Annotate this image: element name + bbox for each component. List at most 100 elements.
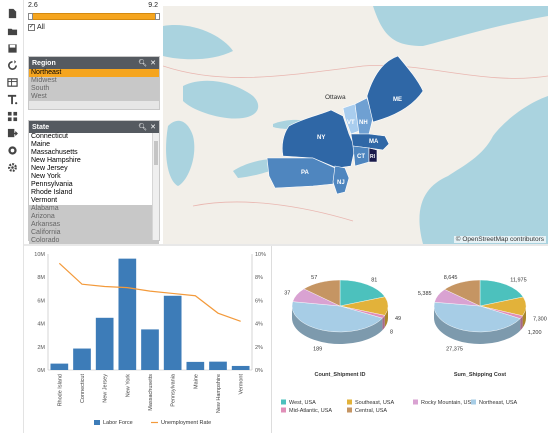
x-tick-label: Rhode Island	[57, 374, 63, 406]
map-label-nh: NH	[359, 120, 368, 126]
left-tick-label: 6M	[37, 298, 45, 304]
export-icon[interactable]	[5, 127, 19, 139]
grid-layout-icon[interactable]	[5, 110, 19, 122]
state-list-item[interactable]: New York	[29, 173, 159, 181]
region-listbox: Region 🔍︎ ✕ Northeast Midwest South West	[28, 56, 160, 110]
state-list-item[interactable]: Connecticut	[29, 133, 159, 141]
save-icon[interactable]	[5, 42, 19, 54]
x-tick-label: Vermont	[239, 374, 245, 395]
bar-labor-force	[118, 258, 137, 370]
state-list-item[interactable]: New Hampshire	[29, 157, 159, 165]
slider-min-handle[interactable]	[28, 13, 33, 20]
network-icon[interactable]	[5, 144, 19, 156]
bar-labor-force	[186, 361, 205, 370]
left-tick-label: 8M	[37, 275, 45, 281]
right-tick-label: 8%	[255, 275, 263, 281]
text-object-icon[interactable]	[5, 93, 19, 105]
x-tick-label: New Hampshire	[216, 374, 222, 413]
right-tick-label: 2%	[255, 345, 263, 351]
pie-data-label: 5,385	[418, 291, 432, 297]
state-list-item[interactable]: New Jersey	[29, 165, 159, 173]
region-list-item[interactable]: West	[29, 93, 159, 101]
map-attribution[interactable]: © OpenStreetMap contributors	[453, 236, 546, 243]
slider-max-label: 9.2	[148, 2, 158, 9]
legend-label: Central, USA	[355, 408, 387, 414]
clear-selection-icon[interactable]: ✕	[150, 59, 156, 67]
all-checkbox[interactable]: ✓	[28, 24, 35, 31]
map-label-ri: RI	[370, 154, 376, 160]
state-list-item[interactable]: Arizona	[29, 213, 159, 221]
pie-data-label: 11,975	[510, 278, 526, 284]
state-list-item[interactable]: Rhode Island	[29, 189, 159, 197]
state-list-item[interactable]: Massachusetts	[29, 149, 159, 157]
labor-force-chart[interactable]: 0M 2M 4M 6M 8M 10M 0% 2% 4% 6% 8% 10% Rhode Island Co…	[24, 246, 272, 433]
legend-label: Mid-Atlantic, USA	[289, 408, 332, 414]
state-list-item[interactable]: Maine	[29, 141, 159, 149]
search-icon[interactable]: 🔍︎	[138, 123, 147, 131]
region-list-item[interactable]: Midwest	[29, 77, 159, 85]
scrollbar-thumb[interactable]	[154, 141, 158, 165]
legend-swatch	[413, 399, 418, 405]
region-list: Northeast Midwest South West	[29, 69, 159, 101]
pie-data-label: 57	[311, 275, 317, 281]
legend-swatch	[347, 407, 352, 413]
x-tick-label: Pennsylvania	[171, 373, 177, 407]
pie-data-label: 49	[395, 316, 401, 322]
legend-label-labor-force: Labor Force	[103, 420, 133, 426]
bar-labor-force	[209, 361, 227, 370]
all-checkbox-row[interactable]: ✓ All	[28, 23, 45, 32]
state-list-item[interactable]: Vermont	[29, 197, 159, 205]
state-list-item[interactable]: Alabama	[29, 205, 159, 213]
map-label-ny: NY	[317, 135, 325, 141]
map-label-pa: PA	[301, 170, 310, 176]
shipment-pie-charts[interactable]: 81 49 8 189 37 57 Count_Shipment ID 11,975 7,300…	[273, 246, 548, 433]
unemployment-range-slider[interactable]	[28, 13, 160, 20]
legend-label: Northeast, USA	[479, 400, 518, 406]
settings-icon[interactable]	[5, 161, 19, 173]
state-list-item[interactable]: Pennsylvania	[29, 181, 159, 189]
reload-icon[interactable]	[5, 59, 19, 71]
clear-selection-icon[interactable]: ✕	[150, 123, 156, 131]
toolbar	[0, 0, 24, 433]
slider-labels: 2.6 9.2	[28, 2, 158, 12]
pie-data-label: 1,200	[528, 330, 542, 336]
state-list-scrollbar[interactable]	[152, 133, 159, 240]
pie-data-label: 81	[371, 278, 377, 284]
region-list-item[interactable]: South	[29, 85, 159, 93]
legend-swatch	[281, 399, 286, 405]
map-view[interactable]: Ottawa ME VT NH NY MA CT RI PA NJ © Open…	[163, 6, 548, 244]
open-folder-icon[interactable]	[5, 25, 19, 37]
region-listbox-title: Region	[32, 59, 56, 67]
left-tick-label: 2M	[37, 345, 45, 351]
pie-title: Sum_Shipping Cost	[454, 372, 506, 378]
legend-label: Southeast, USA	[355, 400, 394, 406]
pie-data-label: 8,645	[444, 275, 458, 281]
filter-panel: 2.6 9.2 ✓ All Region 🔍︎ ✕ Northeast Midwe…	[24, 0, 163, 245]
state-list-item[interactable]: California	[29, 229, 159, 237]
state-list: Connecticut Maine Massachusetts New Hampshi…	[29, 133, 159, 245]
state-list-item[interactable]: Arkansas	[29, 221, 159, 229]
x-tick-label: Connecticut	[80, 374, 86, 404]
x-tick-label: New Jersey	[103, 374, 109, 403]
state-listbox-header: State 🔍︎ ✕	[29, 121, 159, 133]
legend-swatch	[471, 399, 476, 405]
pie-data-label: 8	[390, 329, 393, 335]
slider-max-handle[interactable]	[155, 13, 160, 20]
region-listbox-header: Region 🔍︎ ✕	[29, 57, 159, 69]
pie-data-label: 189	[313, 346, 322, 352]
new-sheet-icon[interactable]	[5, 7, 19, 19]
legend-label: West, USA	[289, 400, 316, 406]
left-tick-label: 4M	[37, 322, 45, 328]
legend-swatch	[281, 407, 286, 413]
map-label-vt: VT	[347, 120, 355, 126]
map-label-ct: CT	[357, 154, 365, 160]
search-icon[interactable]: 🔍︎	[138, 59, 147, 67]
bar-labor-force	[231, 365, 250, 370]
legend-swatch	[347, 399, 352, 405]
state-listbox: State 🔍︎ ✕ Connecticut Maine Massachusetts…	[28, 120, 160, 245]
x-tick-label: Maine	[193, 374, 199, 389]
region-list-item[interactable]: Northeast	[29, 69, 159, 77]
slider-min-label: 2.6	[28, 2, 38, 9]
table-box-icon[interactable]	[5, 76, 19, 88]
bar-labor-force	[50, 363, 69, 370]
